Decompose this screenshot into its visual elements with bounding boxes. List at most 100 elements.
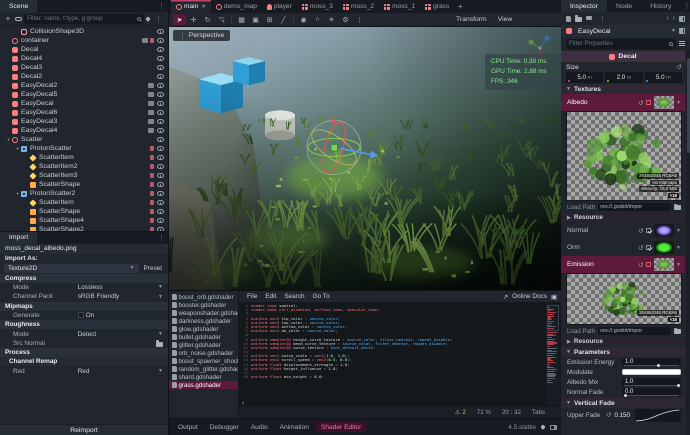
clear-icon[interactable] [646, 100, 651, 105]
texture-toggle-icon[interactable] [646, 245, 651, 250]
import-property-row[interactable]: Mode Detect ▼ [0, 329, 168, 339]
bottom-panel-tab[interactable]: Animation [275, 422, 314, 432]
edited-object-row[interactable]: EasyDecal ▼ [561, 25, 690, 37]
node-name[interactable]: Decal4 [21, 55, 42, 62]
import-property-row[interactable]: Src Normal ▼ [0, 339, 168, 349]
albedo-mix-field[interactable]: 1.0 [622, 378, 681, 386]
scene-filter-input[interactable]: Filter: name, t:type, g:group [24, 14, 144, 24]
tree-row[interactable]: ScatterShape4 [0, 216, 168, 225]
group-vertical-fade[interactable]: ▼Vertical Fade [561, 398, 685, 408]
scene-tab[interactable]: demo_map ✕ [211, 0, 262, 13]
visibility-eye-icon[interactable] [157, 65, 164, 70]
new-resource-icon[interactable] [566, 16, 571, 22]
viewport-tool-icon[interactable]: ➤ [173, 14, 186, 25]
script-icon[interactable] [150, 173, 154, 178]
visibility-eye-icon[interactable] [157, 101, 164, 106]
shader-file-item[interactable]: shard.gdshader [169, 373, 238, 381]
import-property-row[interactable]: Channel Pack sRGB Friendly ▼ [0, 292, 168, 302]
load-path-value[interactable]: res://.godot/impor [598, 327, 671, 335]
scene-tab[interactable]: grass ✕ [420, 0, 454, 13]
group-textures[interactable]: ▼Textures [561, 84, 685, 94]
revert-icon[interactable]: ↺ [638, 244, 643, 252]
viewport-tool-icon[interactable]: ↻ [201, 14, 214, 25]
tree-row[interactable]: ScatterItem [0, 153, 168, 162]
viewport-3d[interactable]: ⋮Perspective CPU Time: 0.39 ms GPU Time:… [169, 27, 561, 290]
tree-row[interactable]: ▾ ProtonScatter2 [0, 189, 168, 198]
import-property-row[interactable]: Mipmaps ▼ [0, 302, 168, 311]
orm-property-row[interactable]: Orm ↺ ▼ [561, 239, 685, 256]
revert-icon[interactable]: ↺ [606, 411, 611, 419]
folder-icon[interactable] [674, 329, 681, 334]
file-menu[interactable]: File [243, 293, 261, 300]
visibility-eye-icon[interactable] [157, 137, 164, 142]
visibility-eye-icon[interactable] [157, 83, 164, 88]
shader-file-item[interactable]: grass.gdshader [169, 381, 238, 389]
node-name[interactable]: container [21, 37, 49, 44]
node-name[interactable]: EasyDecal6 [21, 109, 57, 116]
node-name[interactable]: ScatterShape4 [39, 217, 84, 224]
node-name[interactable]: ProtonScatter2 [30, 190, 75, 197]
node-name[interactable]: EasyDecal5 [21, 91, 57, 98]
node-name[interactable]: EasyDecal3 [21, 118, 57, 125]
shader-file-item[interactable]: orb_noise.gdshader [169, 349, 238, 357]
tree-row[interactable]: ▾ Scatter [0, 135, 168, 144]
node-name[interactable]: ScatterShape [39, 181, 80, 188]
revert-icon[interactable]: ↺ [638, 261, 643, 269]
instance-scene-icon[interactable] [15, 17, 22, 21]
view-menu[interactable]: View [493, 16, 518, 23]
inspector-tab[interactable]: History [641, 0, 680, 12]
perspective-menu[interactable]: ⋮Perspective [173, 30, 230, 41]
viewport-tool-icon[interactable]: ▦ [235, 14, 248, 25]
inspector-tab[interactable]: Node [607, 0, 641, 12]
visibility-eye-icon[interactable] [157, 56, 164, 61]
script-icon[interactable] [150, 146, 154, 151]
filter-options-icon[interactable] [679, 41, 685, 46]
viewport-tool-icon[interactable]: ◹ [215, 14, 228, 25]
tree-row[interactable]: ScatterItem [0, 198, 168, 207]
expand-panel-icon[interactable] [550, 425, 557, 430]
albedo-thumbnail[interactable] [654, 96, 674, 109]
viewport-tool-icon[interactable]: ◉ [297, 14, 310, 25]
visibility-eye-icon[interactable] [157, 182, 164, 187]
reimport-button[interactable]: Reimport [0, 424, 168, 435]
revert-icon[interactable]: ↺ [638, 227, 643, 235]
scene-instance-icon[interactable] [148, 101, 154, 106]
size-x-field[interactable]: 5.0m [566, 72, 603, 83]
node-name[interactable]: ScatterShape [39, 208, 80, 215]
shader-file-item[interactable]: darkness.gdshader [169, 317, 238, 325]
tree-row[interactable]: EasyDecal5 [0, 90, 168, 99]
object-options-icon[interactable] [679, 16, 685, 22]
clear-icon[interactable] [646, 262, 651, 267]
shader-file-item[interactable]: weaponshader.gdshader [169, 309, 238, 317]
dock-menu-icon[interactable]: ⋮ [680, 0, 690, 12]
expand-arrow-icon[interactable]: ▾ [5, 137, 12, 143]
visibility-eye-icon[interactable] [157, 29, 164, 34]
fade-curve-widget[interactable] [635, 409, 681, 422]
version-label[interactable]: 4.5.stable [508, 424, 536, 431]
checkbox[interactable] [78, 312, 84, 318]
orm-thumbnail[interactable] [654, 241, 674, 254]
script-icon[interactable] [150, 191, 154, 196]
viewport-tool-icon[interactable]: ☀ [325, 14, 338, 25]
shader-file-item[interactable]: bullet.gdshader [169, 333, 238, 341]
script-icon[interactable] [150, 182, 154, 187]
tree-menu-icon[interactable]: ⋮ [152, 15, 165, 23]
bottom-panel-tab[interactable]: Audio [246, 422, 273, 432]
visibility-eye-icon[interactable] [157, 128, 164, 133]
tree-row[interactable]: ScatterItem3 [0, 171, 168, 180]
expand-arrow-icon[interactable]: ▾ [14, 191, 21, 197]
scene-tab[interactable]: moss_3 ✕ [297, 0, 338, 13]
tree-row[interactable]: Decal2 [0, 72, 168, 81]
scene-instance-icon[interactable] [148, 92, 154, 97]
online-docs-button[interactable]: Online Docs [512, 293, 547, 300]
visibility-eye-icon[interactable] [157, 227, 164, 230]
bottom-panel-tab[interactable]: Shader Editor [316, 422, 366, 432]
script-icon[interactable] [150, 200, 154, 205]
shader-file-item[interactable]: boost_spawner_shockw... [169, 357, 238, 365]
viewport-tool-icon[interactable]: ▣ [249, 14, 262, 25]
warning-icon[interactable]: ⚠ [455, 409, 461, 416]
viewport-tool-icon[interactable] [291, 14, 296, 25]
scene-tab[interactable]: main ✕ [171, 0, 211, 13]
viewport-tool-icon[interactable]: ⋮ [353, 14, 366, 25]
shader-file-item[interactable]: glitter.gdshader [169, 341, 238, 349]
